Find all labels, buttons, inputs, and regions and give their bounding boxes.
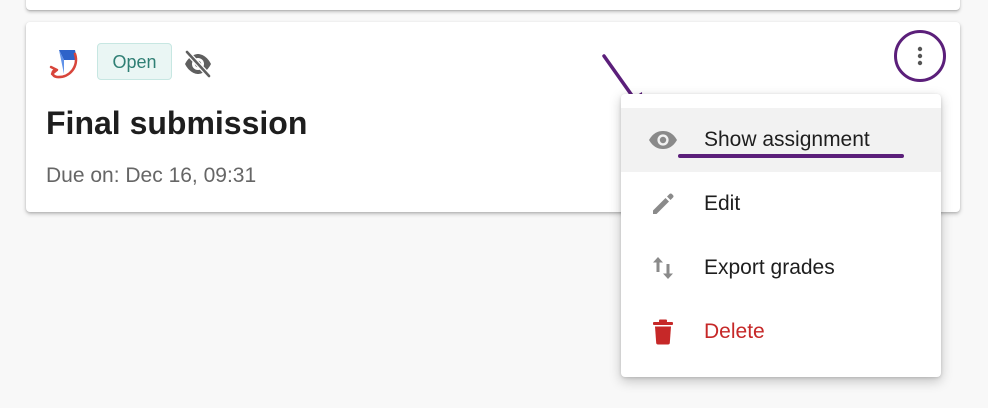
more-options-button[interactable] bbox=[894, 30, 946, 82]
eye-off-icon bbox=[184, 50, 212, 78]
due-date: Due on: Dec 16, 09:31 bbox=[46, 164, 257, 187]
menu-item-edit[interactable]: Edit bbox=[621, 172, 941, 236]
assignment-tool-logo-icon bbox=[49, 50, 78, 79]
menu-item-label: Export grades bbox=[704, 256, 835, 279]
more-vertical-icon bbox=[917, 46, 923, 66]
menu-item-show-assignment[interactable]: Show assignment bbox=[621, 108, 941, 172]
menu-item-label: Edit bbox=[704, 192, 741, 215]
menu-item-export-grades[interactable]: Export grades bbox=[621, 236, 941, 300]
pencil-icon bbox=[647, 188, 679, 220]
previous-card bbox=[26, 0, 960, 10]
context-menu: Show assignment Edit Export grades Delet… bbox=[621, 94, 941, 377]
menu-item-label: Delete bbox=[704, 320, 765, 343]
assignment-title: Final submission bbox=[46, 105, 308, 141]
trash-icon bbox=[647, 316, 679, 348]
sort-arrows-icon bbox=[647, 252, 679, 284]
annotation-underline bbox=[678, 154, 904, 158]
status-badge: Open bbox=[97, 43, 172, 80]
menu-item-label: Show assignment bbox=[704, 128, 870, 151]
menu-item-delete[interactable]: Delete bbox=[621, 300, 941, 364]
eye-icon bbox=[647, 124, 679, 156]
